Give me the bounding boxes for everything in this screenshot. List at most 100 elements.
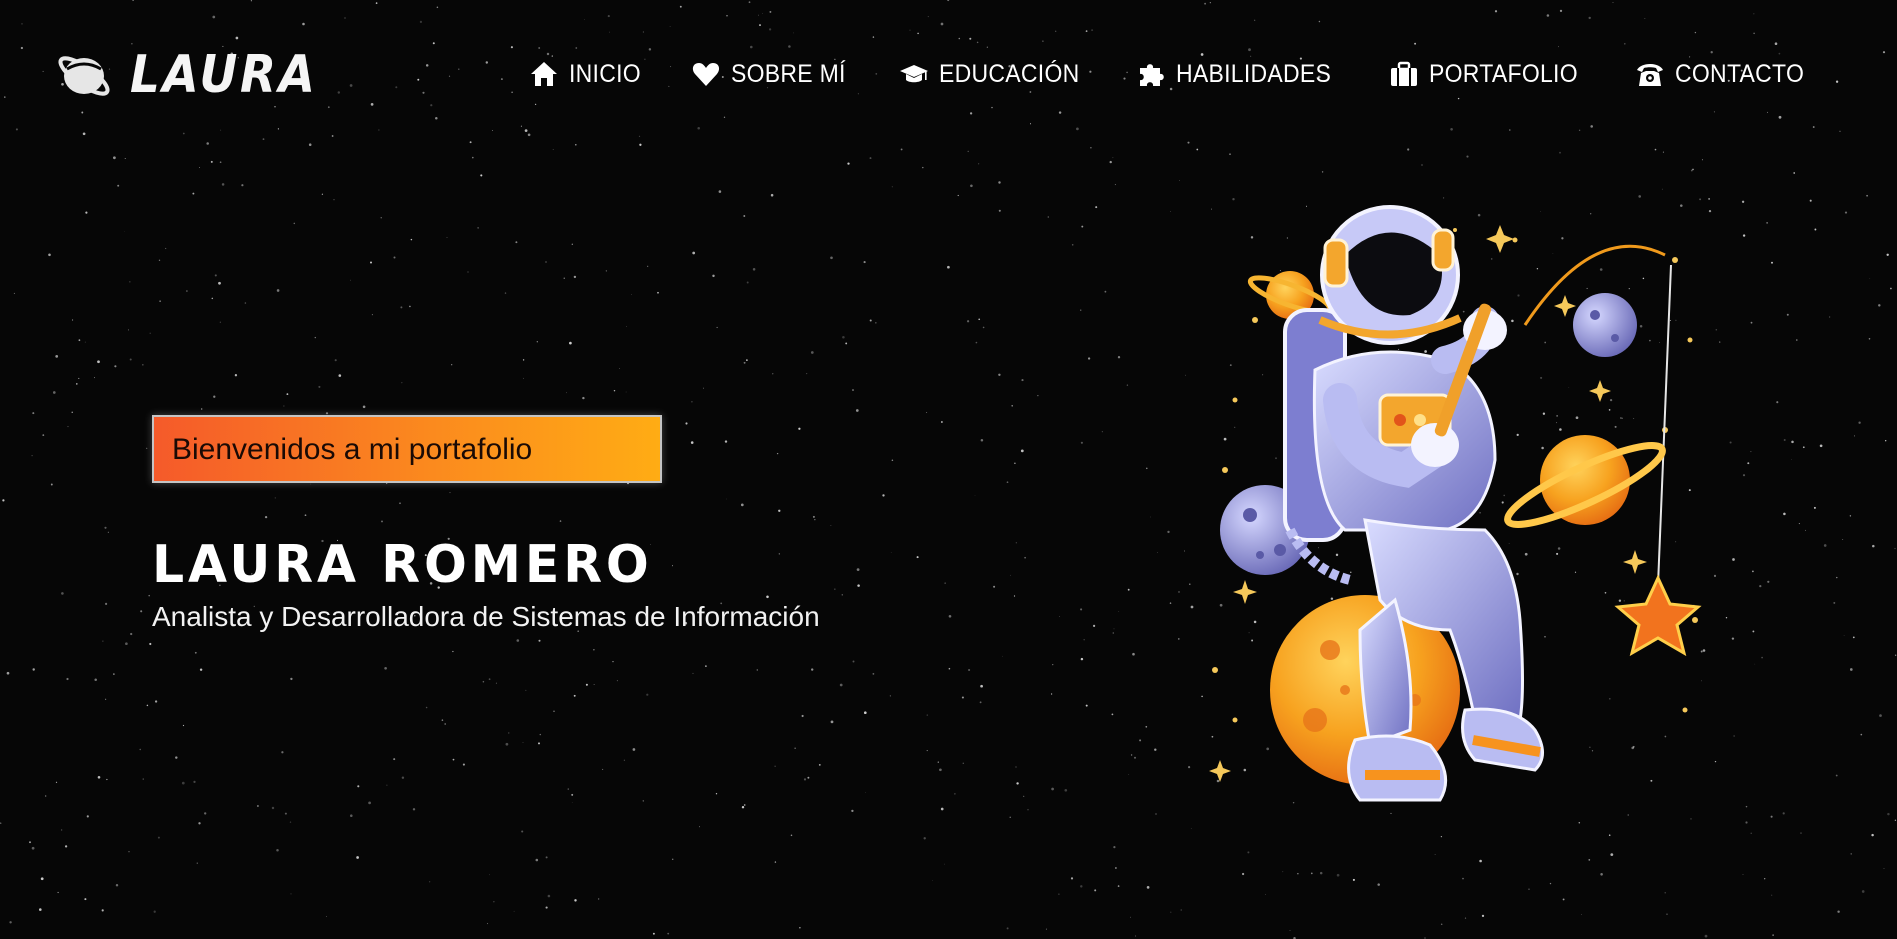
nav-item-portafolio[interactable]: PORTAFOLIO	[1389, 59, 1591, 89]
star-dot	[78, 377, 80, 379]
star-dot	[86, 815, 89, 818]
star-dot	[1085, 704, 1088, 707]
star-dot	[482, 680, 485, 683]
star-dot	[318, 385, 321, 388]
star-dot	[146, 447, 148, 450]
star-dot	[129, 281, 131, 283]
star-dot	[1006, 481, 1009, 484]
star-dot	[536, 341, 538, 343]
star-dot	[1783, 439, 1786, 441]
star-dot	[1883, 868, 1885, 870]
star-dot	[1178, 591, 1180, 593]
star-dot	[1759, 584, 1762, 588]
star-dot	[1132, 652, 1135, 656]
star-dot	[1829, 316, 1831, 318]
star-dot	[356, 856, 359, 859]
heart-icon	[692, 63, 719, 86]
nav-label: SOBRE MÍ	[730, 59, 846, 88]
star-dot	[1167, 530, 1170, 534]
star-dot	[1128, 774, 1130, 775]
star-dot	[1070, 877, 1074, 880]
star-dot	[852, 660, 855, 663]
star-dot	[774, 765, 776, 767]
star-dot	[585, 683, 588, 686]
star-dot	[283, 405, 285, 407]
star-dot	[830, 720, 834, 724]
star-dot	[276, 289, 280, 292]
star-dot	[975, 341, 978, 344]
star-dot	[1719, 341, 1721, 343]
star-dot	[39, 908, 42, 911]
star-dot	[493, 901, 495, 903]
star-dot	[29, 841, 31, 844]
star-dot	[852, 389, 854, 391]
star-dot	[1823, 544, 1827, 547]
star-dot	[1871, 833, 1874, 837]
star-dot	[52, 391, 56, 394]
star-dot	[1150, 516, 1151, 518]
star-dot	[553, 710, 555, 712]
star-dot	[1662, 151, 1664, 153]
nav-item-contacto[interactable]: CONTACTO	[1635, 59, 1815, 89]
star-dot	[199, 668, 203, 671]
star-dot	[1761, 656, 1763, 659]
star-dot	[1745, 805, 1748, 808]
star-dot	[1638, 195, 1642, 198]
star-dot	[803, 778, 807, 781]
star-dot	[1666, 913, 1668, 915]
nav-item-inicio[interactable]: INICIO	[529, 59, 647, 89]
star-dot	[2, 499, 5, 502]
star-dot	[522, 359, 525, 361]
star-dot	[425, 706, 428, 709]
star-dot	[806, 373, 808, 375]
star-dot	[1849, 515, 1852, 517]
star-dot	[1752, 570, 1754, 573]
star-dot	[504, 292, 507, 294]
star-dot	[94, 678, 97, 682]
star-dot	[1190, 605, 1194, 609]
nav-item-educacion[interactable]: EDUCACIÓN	[899, 59, 1092, 89]
star-dot	[204, 812, 207, 815]
star-dot	[1157, 552, 1158, 553]
star-dot	[1178, 179, 1180, 181]
star-dot	[869, 157, 872, 160]
star-dot	[851, 809, 854, 813]
nav-item-habilidades[interactable]: HABILIDADES	[1136, 59, 1345, 89]
star-dot	[1844, 211, 1848, 214]
star-dot	[211, 297, 214, 300]
star-dot	[741, 806, 745, 809]
briefcase-icon	[1390, 61, 1417, 86]
star-dot	[84, 341, 86, 343]
star-dot	[811, 668, 814, 671]
star-dot	[978, 163, 980, 165]
star-dot	[865, 791, 866, 793]
star-dot	[213, 395, 216, 398]
star-dot	[218, 281, 221, 285]
star-dot	[602, 768, 604, 770]
star-dot	[1170, 210, 1171, 212]
star-dot	[1836, 576, 1838, 579]
star-dot	[790, 834, 793, 837]
star-dot	[1861, 890, 1865, 893]
star-dot	[830, 256, 833, 260]
star-dot	[613, 389, 616, 392]
star-dot	[140, 610, 143, 613]
star-dot	[593, 649, 595, 651]
star-dot	[970, 184, 973, 188]
site-logo[interactable]: LAURA	[54, 40, 339, 110]
star-dot	[616, 680, 618, 682]
star-dot	[1833, 601, 1836, 604]
star-dot	[845, 342, 848, 345]
star-dot	[1885, 440, 1887, 442]
star-dot	[32, 668, 35, 671]
nav-item-sobre-mi[interactable]: SOBRE MÍ	[691, 59, 856, 89]
star-dot	[290, 677, 293, 681]
star-dot	[124, 231, 126, 232]
star-dot	[107, 531, 109, 533]
star-dot	[1733, 735, 1735, 737]
star-dot	[148, 594, 150, 597]
star-dot	[1800, 832, 1802, 834]
star-dot	[1421, 164, 1423, 166]
star-dot	[1010, 574, 1011, 576]
star-dot	[452, 758, 455, 761]
